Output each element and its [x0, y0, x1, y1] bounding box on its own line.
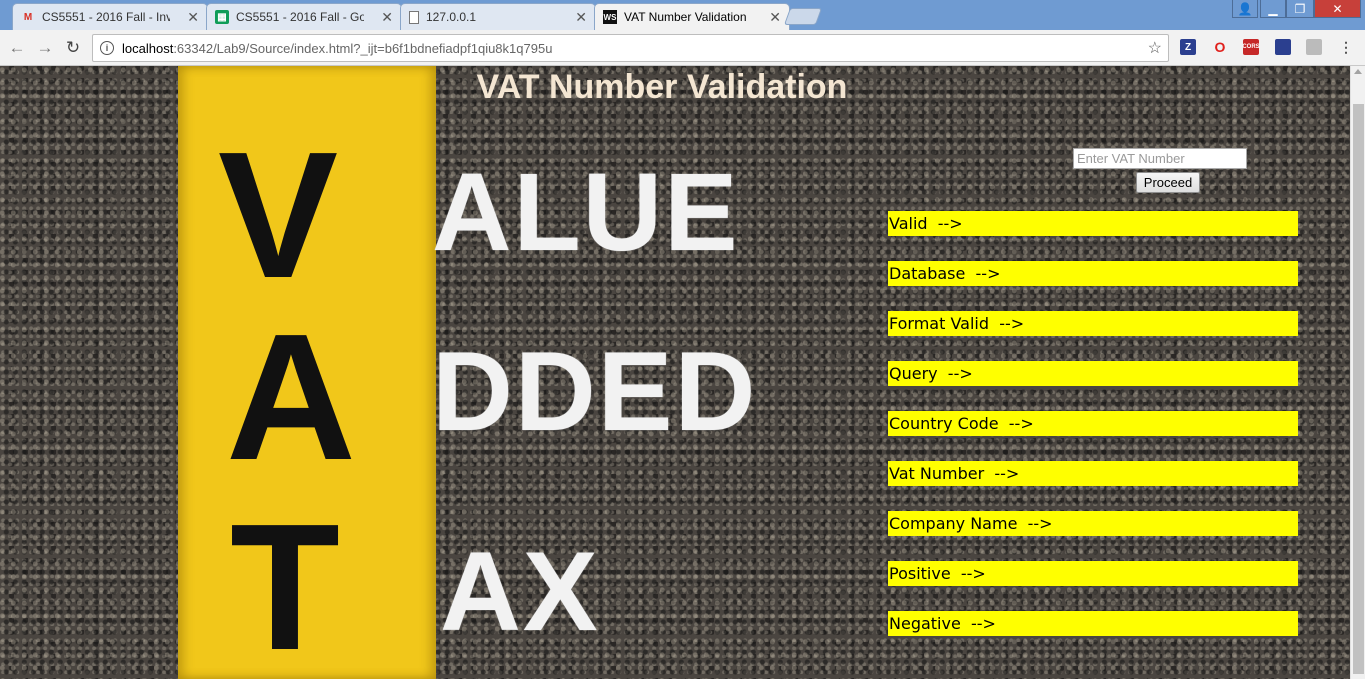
- close-icon[interactable]: ✕: [187, 9, 199, 26]
- user-icon[interactable]: 👤: [1232, 0, 1258, 18]
- proceed-button[interactable]: Proceed: [1136, 172, 1200, 193]
- url-text[interactable]: localhost:63342/Lab9/Source/index.html?_…: [122, 41, 552, 56]
- result-negative: Negative -->: [888, 611, 1298, 636]
- result-valid: Valid -->: [888, 211, 1298, 236]
- browser-tab-sheets[interactable]: ▦ CS5551 - 2016 Fall - Goo ✕: [206, 3, 402, 30]
- tab-title: CS5551 - 2016 Fall - Goo: [236, 10, 364, 24]
- tab-title: VAT Number Validation: [624, 10, 747, 24]
- maximize-icon[interactable]: ❐: [1286, 0, 1314, 18]
- forward-icon[interactable]: →: [34, 37, 56, 59]
- vat-number-input[interactable]: [1073, 148, 1247, 169]
- browser-tab-vat[interactable]: WS VAT Number Validation ✕: [594, 3, 790, 30]
- scroll-up-icon[interactable]: [1354, 69, 1362, 74]
- opera-extension-icon[interactable]: O: [1212, 39, 1228, 55]
- webstorm-icon: WS: [603, 10, 617, 24]
- bg-word-alue: ALUE: [432, 151, 740, 274]
- minimize-icon[interactable]: ▁: [1260, 0, 1286, 18]
- cors-extension-icon[interactable]: CORS: [1242, 39, 1260, 55]
- result-database: Database -->: [888, 261, 1298, 286]
- result-country-code: Country Code -->: [888, 411, 1298, 436]
- close-icon[interactable]: ✕: [769, 9, 781, 26]
- browser-toolbar: ← → ↻ i localhost:63342/Lab9/Source/inde…: [0, 30, 1365, 66]
- bg-word-ax: AX: [440, 529, 600, 654]
- menu-icon[interactable]: ⋮: [1338, 39, 1354, 55]
- tab-title: CS5551 - 2016 Fall - Invit: [42, 10, 170, 24]
- vertical-scrollbar[interactable]: [1350, 66, 1365, 679]
- flag-extension-icon[interactable]: [1275, 39, 1291, 55]
- page-icon: [409, 10, 419, 24]
- result-company-name: Company Name -->: [888, 511, 1298, 536]
- window-close-icon[interactable]: ✕: [1314, 0, 1361, 18]
- result-format-valid: Format Valid -->: [888, 311, 1298, 336]
- tab-title: 127.0.0.1: [426, 10, 477, 24]
- bookmark-star-icon[interactable]: ☆: [1148, 38, 1162, 58]
- result-positive: Positive -->: [888, 561, 1298, 586]
- browser-tab-gmail[interactable]: M CS5551 - 2016 Fall - Invit ✕: [12, 3, 208, 30]
- gmail-icon: M: [23, 11, 33, 23]
- page-title: VAT Number Validation: [476, 68, 848, 106]
- bg-letter-v: V: [218, 115, 339, 316]
- bg-letter-a: A: [226, 297, 356, 498]
- close-icon[interactable]: ✕: [381, 9, 393, 26]
- scrollbar-thumb[interactable]: [1353, 104, 1364, 674]
- page-viewport: V A T ALUE DDED AX VAT Number Validation…: [0, 66, 1350, 679]
- extension-icon[interactable]: [1306, 39, 1322, 55]
- result-vat-number: Vat Number -->: [888, 461, 1298, 486]
- result-query: Query -->: [888, 361, 1298, 386]
- address-bar[interactable]: i localhost:63342/Lab9/Source/index.html…: [92, 34, 1169, 62]
- tab-strip: M CS5551 - 2016 Fall - Invit ✕ ▦ CS5551 …: [0, 0, 1365, 30]
- sheets-icon: ▦: [215, 10, 229, 24]
- back-icon[interactable]: ←: [6, 37, 28, 59]
- zotero-extension-icon[interactable]: Z: [1180, 39, 1196, 55]
- close-icon[interactable]: ✕: [575, 9, 587, 26]
- reload-icon[interactable]: ↻: [62, 37, 84, 59]
- bg-word-dded: DDED: [432, 329, 758, 454]
- bg-letter-t: T: [230, 487, 340, 679]
- browser-tab-localhost[interactable]: 127.0.0.1 ✕: [400, 3, 596, 30]
- new-tab-button[interactable]: [783, 8, 823, 25]
- info-icon[interactable]: i: [100, 41, 114, 55]
